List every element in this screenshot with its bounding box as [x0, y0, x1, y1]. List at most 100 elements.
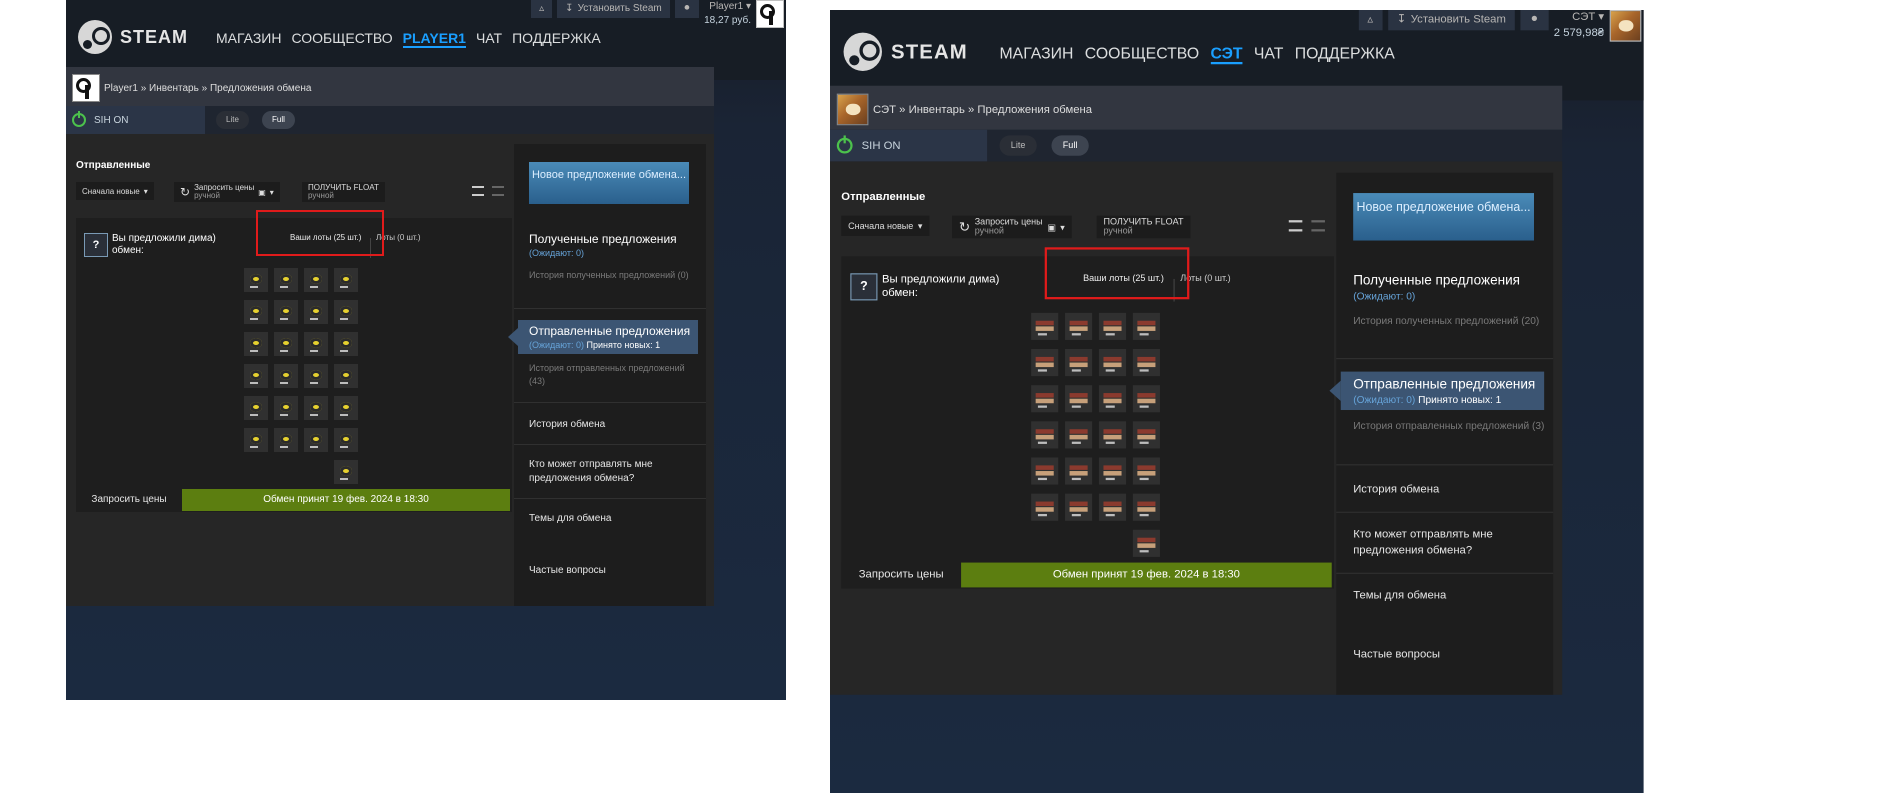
trade-history-link[interactable]: История обмена [529, 418, 699, 432]
inventory-item[interactable] [1098, 385, 1127, 413]
cart-button[interactable]: ▵ [1358, 10, 1383, 31]
request-prices-button[interactable]: Запросить цены [76, 489, 182, 511]
nav-profile[interactable]: СЭТ [1210, 44, 1243, 65]
sent-history-link[interactable]: История отправленных предложений (43) [529, 362, 699, 388]
inventory-item[interactable] [1031, 385, 1059, 413]
received-history-link[interactable]: История полученных предложений (0) [529, 269, 699, 282]
nav-support[interactable]: ПОДДЕРЖКА [1295, 44, 1395, 64]
get-float-button[interactable]: ПОЛУЧИТЬ FLOAT ручной [1096, 215, 1191, 239]
inventory-item[interactable] [1065, 421, 1093, 449]
inventory-item[interactable] [1098, 421, 1127, 449]
unknown-user-avatar[interactable]: ? [84, 233, 108, 257]
inventory-item[interactable] [274, 268, 298, 292]
inventory-item[interactable] [1065, 493, 1093, 521]
inventory-item[interactable] [304, 300, 328, 324]
faq-link[interactable]: Частые вопросы [1353, 647, 1545, 663]
received-offers-link[interactable]: Полученные предложения [529, 232, 677, 246]
profile-avatar[interactable] [72, 74, 100, 102]
cart-button[interactable]: ▵ [531, 0, 553, 18]
nav-chat[interactable]: ЧАТ [1254, 44, 1284, 64]
inventory-item[interactable] [1065, 457, 1093, 485]
inventory-item[interactable] [1065, 312, 1093, 340]
inventory-item[interactable] [334, 364, 358, 388]
sih-full-button[interactable]: Full [1051, 135, 1089, 156]
trade-history-link[interactable]: История обмена [1353, 482, 1545, 498]
list-view-icon[interactable] [472, 186, 484, 196]
nav-community[interactable]: СООБЩЕСТВО [1085, 44, 1199, 64]
sih-full-button[interactable]: Full [262, 111, 295, 129]
request-prices-button[interactable]: Запросить цены [841, 562, 962, 588]
sih-toggle[interactable]: SIH ON [830, 129, 988, 162]
inventory-item[interactable] [244, 268, 268, 292]
inventory-item[interactable] [304, 364, 328, 388]
inventory-item[interactable] [1132, 457, 1160, 485]
inventory-item[interactable] [334, 428, 358, 452]
inventory-item[interactable] [274, 300, 298, 324]
unknown-user-avatar[interactable]: ? [850, 273, 878, 301]
nav-store[interactable]: МАГАЗИН [216, 30, 281, 48]
inventory-item[interactable] [1132, 493, 1160, 521]
trade-topics-link[interactable]: Темы для обмена [1353, 589, 1545, 605]
who-can-send-link[interactable]: Кто может отправлять мне предложения обм… [529, 458, 699, 486]
inventory-item[interactable] [1031, 421, 1059, 449]
new-offer-button[interactable]: Новое предложение обмена... [1353, 193, 1534, 241]
inventory-item[interactable] [244, 428, 268, 452]
trade-topics-link[interactable]: Темы для обмена [529, 512, 699, 526]
inventory-item[interactable] [244, 396, 268, 420]
inventory-item[interactable] [274, 364, 298, 388]
inventory-item[interactable] [1132, 349, 1160, 377]
sort-select[interactable]: Сначала новые ▾ [76, 182, 154, 200]
inventory-item[interactable] [1098, 312, 1127, 340]
get-float-button[interactable]: ПОЛУЧИТЬ FLOAT ручной [302, 182, 385, 202]
breadcrumb-user[interactable]: СЭТ [873, 104, 896, 116]
inventory-item[interactable] [334, 268, 358, 292]
received-history-link[interactable]: История полученных предложений (20) [1353, 314, 1545, 329]
inventory-item[interactable] [1132, 421, 1160, 449]
inventory-item[interactable] [304, 332, 328, 356]
install-steam-button[interactable]: ↧ Установить Steam [557, 0, 670, 18]
inventory-item[interactable] [304, 268, 328, 292]
install-steam-button[interactable]: ↧ Установить Steam [1387, 10, 1515, 31]
nav-store[interactable]: МАГАЗИН [1000, 44, 1074, 64]
inventory-item[interactable] [1031, 312, 1059, 340]
inventory-item[interactable] [1065, 385, 1093, 413]
sent-offers-link[interactable]: Отправленные предложения [1353, 376, 1535, 392]
sih-lite-button[interactable]: Lite [999, 135, 1037, 156]
inventory-item[interactable] [1031, 493, 1059, 521]
inventory-item[interactable] [1132, 529, 1160, 557]
inventory-item[interactable] [334, 300, 358, 324]
profile-avatar[interactable] [836, 93, 869, 126]
compact-view-icon[interactable] [1311, 220, 1325, 232]
inventory-item[interactable] [1098, 493, 1127, 521]
inventory-item[interactable] [274, 332, 298, 356]
inventory-item[interactable] [334, 460, 358, 484]
list-view-icon[interactable] [1288, 220, 1303, 232]
inventory-item[interactable] [1098, 349, 1127, 377]
inventory-item[interactable] [1132, 385, 1160, 413]
inventory-item[interactable] [1031, 349, 1059, 377]
inventory-item[interactable] [274, 428, 298, 452]
nav-community[interactable]: СООБЩЕСТВО [291, 30, 392, 48]
inventory-item[interactable] [244, 364, 268, 388]
request-prices-control[interactable]: ↻ Запросить цены ручной ▣ ▾ [174, 182, 280, 202]
steam-logo[interactable]: STEAM [843, 32, 968, 72]
request-prices-control[interactable]: ↻ Запросить цены ручной ▣ ▾ [952, 215, 1072, 239]
nav-support[interactable]: ПОДДЕРЖКА [512, 30, 601, 48]
breadcrumb-inventory[interactable]: Инвентарь [909, 104, 965, 116]
breadcrumb-inventory[interactable]: Инвентарь [149, 83, 199, 94]
steam-logo[interactable]: STEAM [78, 20, 188, 54]
sent-history-link[interactable]: История отправленных предложений (3) [1353, 419, 1545, 434]
inventory-item[interactable] [244, 332, 268, 356]
sih-toggle[interactable]: SIH ON [66, 106, 205, 134]
nav-chat[interactable]: ЧАТ [476, 30, 502, 48]
notifications-button[interactable]: ⚫ [674, 0, 700, 18]
compact-view-icon[interactable] [492, 186, 504, 196]
inventory-item[interactable] [1065, 349, 1093, 377]
faq-link[interactable]: Частые вопросы [529, 564, 699, 578]
sort-select[interactable]: Сначала новые ▾ [841, 215, 930, 236]
inventory-item[interactable] [334, 332, 358, 356]
new-offer-button[interactable]: Новое предложение обмена... [529, 162, 689, 204]
nav-profile[interactable]: PLAYER1 [402, 30, 466, 48]
avatar[interactable] [1609, 10, 1642, 42]
account-menu[interactable]: Player1 ▾ 18,27 руб. [704, 0, 751, 28]
